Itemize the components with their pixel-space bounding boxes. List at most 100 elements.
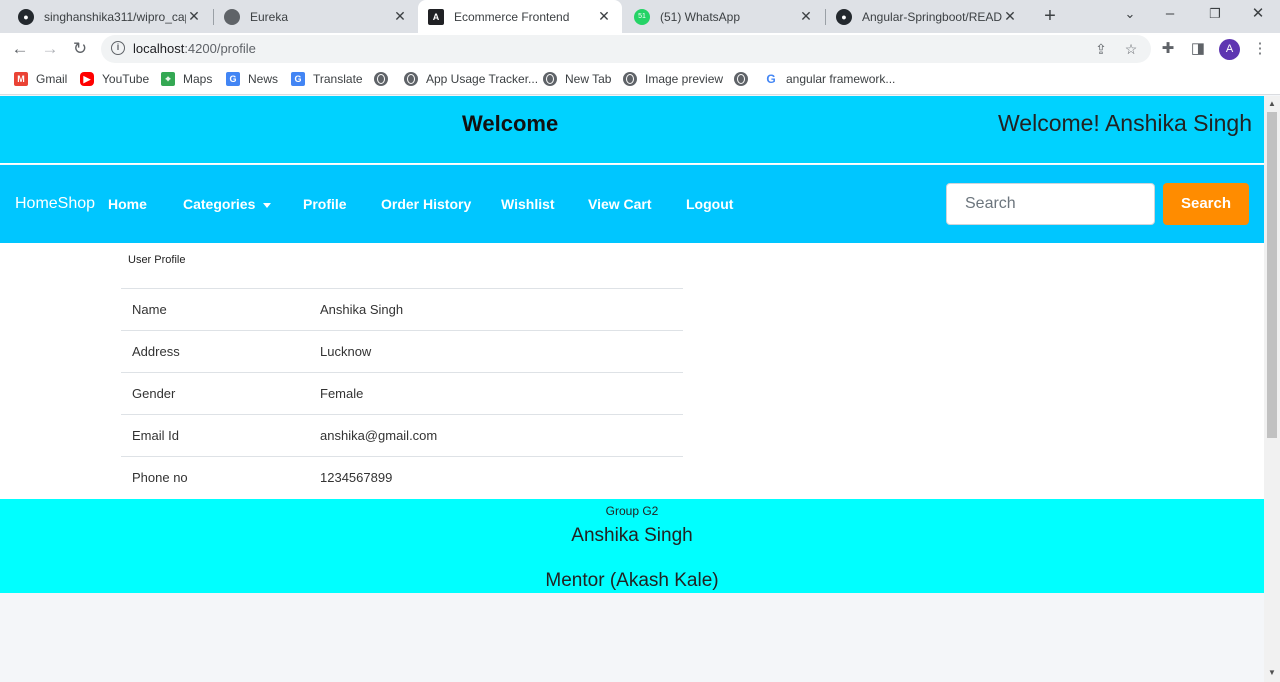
tab-search-icon[interactable]: ⌄ — [1110, 0, 1150, 30]
more-menu-icon[interactable]: ⋮ — [1250, 39, 1270, 59]
bookmark-app-usage-tracker[interactable]: App Usage Tracker... — [404, 72, 538, 86]
restore-icon[interactable]: ❐ — [1195, 0, 1235, 30]
browser-toolbar: ← → ↻ i localhost:4200/profile ⇪ ☆ ✚ ◨ A… — [0, 33, 1280, 65]
tab-title: Angular-Springboot/READM — [862, 9, 1002, 24]
field-label: Email Id — [121, 414, 320, 457]
welcome-header: Welcome Welcome! Anshika Singh — [0, 96, 1264, 164]
field-label: Gender — [121, 372, 320, 415]
bookmark-label: Maps — [183, 72, 213, 86]
profile-avatar[interactable]: A — [1219, 39, 1240, 60]
browser-tab-github[interactable]: ● singhanshika311/wipro_caps ✕ — [8, 0, 212, 33]
tab-title: (51) WhatsApp — [660, 9, 741, 24]
bookmark-star-icon[interactable]: ☆ — [1122, 40, 1140, 58]
nav-wishlist[interactable]: Wishlist — [501, 196, 555, 212]
new-tab-button[interactable]: + — [1038, 4, 1062, 28]
main-navbar: HomeShop Home Categories Profile Order H… — [0, 165, 1264, 243]
angular-icon: A — [428, 8, 444, 25]
globe-icon — [404, 72, 418, 86]
profile-section: User Profile Name Anshika Singh Address … — [0, 243, 1264, 499]
scroll-down-icon[interactable]: ▼ — [1268, 668, 1276, 677]
close-tab-icon[interactable]: ✕ — [392, 8, 408, 25]
close-tab-icon[interactable]: ✕ — [186, 8, 202, 25]
caret-down-icon — [263, 202, 272, 208]
url-host: localhost — [133, 41, 185, 56]
bookmark-angular-framework[interactable]: G angular framework... — [764, 72, 895, 86]
footer-group: Group G2 — [605, 504, 659, 518]
close-window-icon[interactable]: ✕ — [1238, 0, 1278, 30]
footer-author: Anshika Singh — [571, 525, 693, 546]
globe-icon — [734, 72, 748, 86]
nav-categories-dropdown[interactable]: Categories — [183, 196, 272, 212]
browser-tab-strip: ● singhanshika311/wipro_caps ✕ Eureka ✕ … — [0, 0, 1280, 33]
nav-home[interactable]: Home — [108, 196, 147, 212]
globe-icon — [623, 72, 637, 86]
bookmark-translate[interactable]: G Translate — [291, 72, 363, 86]
bookmark-label: YouTube — [102, 72, 150, 86]
github-icon: ● — [836, 8, 852, 25]
gmail-icon: M — [14, 72, 28, 86]
browser-tab-ecommerce[interactable]: A Ecommerce Frontend ✕ — [418, 0, 622, 33]
close-tab-icon[interactable]: ✕ — [596, 8, 612, 25]
bookmark-globe-2[interactable] — [734, 72, 748, 86]
bookmark-label: angular framework... — [786, 72, 896, 86]
nav-view-cart[interactable]: View Cart — [588, 196, 652, 212]
youtube-icon: ▶ — [80, 72, 94, 86]
close-tab-icon[interactable]: ✕ — [798, 8, 814, 25]
profile-table: Name Anshika Singh Address Lucknow Gende… — [121, 288, 683, 499]
address-bar[interactable]: i localhost:4200/profile ⇪ ☆ — [101, 35, 1151, 63]
bookmark-maps[interactable]: ⌖ Maps — [161, 72, 212, 86]
field-label: Name — [121, 288, 320, 331]
nav-profile[interactable]: Profile — [303, 196, 347, 212]
bookmark-youtube[interactable]: ▶ YouTube — [80, 72, 149, 86]
news-icon: G — [226, 72, 240, 86]
scroll-up-icon[interactable]: ▲ — [1268, 99, 1276, 108]
share-icon[interactable]: ⇪ — [1092, 40, 1110, 58]
field-label: Phone no — [121, 456, 320, 499]
field-value: Female — [320, 372, 683, 415]
nav-logout[interactable]: Logout — [686, 196, 733, 212]
field-value: 1234567899 — [320, 456, 683, 499]
field-value: Anshika Singh — [320, 288, 683, 331]
bookmark-news[interactable]: G News — [226, 72, 278, 86]
back-icon[interactable]: ← — [8, 37, 32, 61]
side-panel-icon[interactable]: ◨ — [1188, 39, 1208, 59]
table-row: Name Anshika Singh — [121, 288, 683, 331]
minimize-icon[interactable]: – — [1150, 0, 1190, 30]
page-footer: Group G2 Anshika Singh Mentor (Akash Kal… — [0, 499, 1264, 593]
search-input[interactable]: Search — [946, 183, 1155, 225]
maps-icon: ⌖ — [161, 72, 175, 86]
google-icon: G — [764, 72, 778, 86]
browser-tab-whatsapp[interactable]: 51 (51) WhatsApp ✕ — [624, 0, 824, 33]
globe-icon — [543, 72, 557, 86]
bookmark-globe[interactable] — [374, 72, 388, 86]
github-icon: ● — [18, 8, 34, 25]
globe-icon — [224, 8, 240, 25]
forward-icon[interactable]: → — [38, 37, 62, 61]
browser-tab-angular-springboot[interactable]: ● Angular-Springboot/READM ✕ — [826, 0, 1028, 33]
url-text[interactable]: localhost:4200/profile — [133, 41, 256, 56]
bookmark-image-preview[interactable]: Image preview — [623, 72, 723, 86]
brand-logo[interactable]: HomeShop — [15, 195, 95, 213]
field-label: Address — [121, 330, 320, 373]
tab-title: Ecommerce Frontend — [454, 9, 570, 24]
extensions-icon[interactable]: ✚ — [1158, 39, 1178, 59]
nav-categories-label: Categories — [183, 196, 256, 212]
reload-icon[interactable]: ↻ — [68, 37, 92, 61]
page-viewport: Welcome Welcome! Anshika Singh HomeShop … — [0, 96, 1264, 682]
url-path: :4200/profile — [184, 41, 256, 56]
close-tab-icon[interactable]: ✕ — [1002, 8, 1018, 25]
bookmark-label: Gmail — [36, 72, 68, 86]
bookmark-gmail[interactable]: M Gmail — [14, 72, 67, 86]
nav-order-history[interactable]: Order History — [381, 196, 471, 212]
bookmark-new-tab[interactable]: New Tab — [543, 72, 611, 86]
profile-heading: User Profile — [128, 254, 186, 266]
page-scrollbar[interactable]: ▲ ▼ — [1264, 96, 1280, 682]
site-info-icon[interactable]: i — [111, 41, 125, 55]
browser-tab-eureka[interactable]: Eureka ✕ — [214, 0, 418, 33]
whatsapp-icon: 51 — [634, 8, 650, 25]
table-row: Address Lucknow — [121, 330, 683, 373]
scrollbar-thumb[interactable] — [1267, 112, 1277, 438]
bookmark-label: App Usage Tracker... — [426, 72, 539, 86]
search-button[interactable]: Search — [1163, 183, 1249, 225]
bookmark-label: New Tab — [565, 72, 612, 86]
